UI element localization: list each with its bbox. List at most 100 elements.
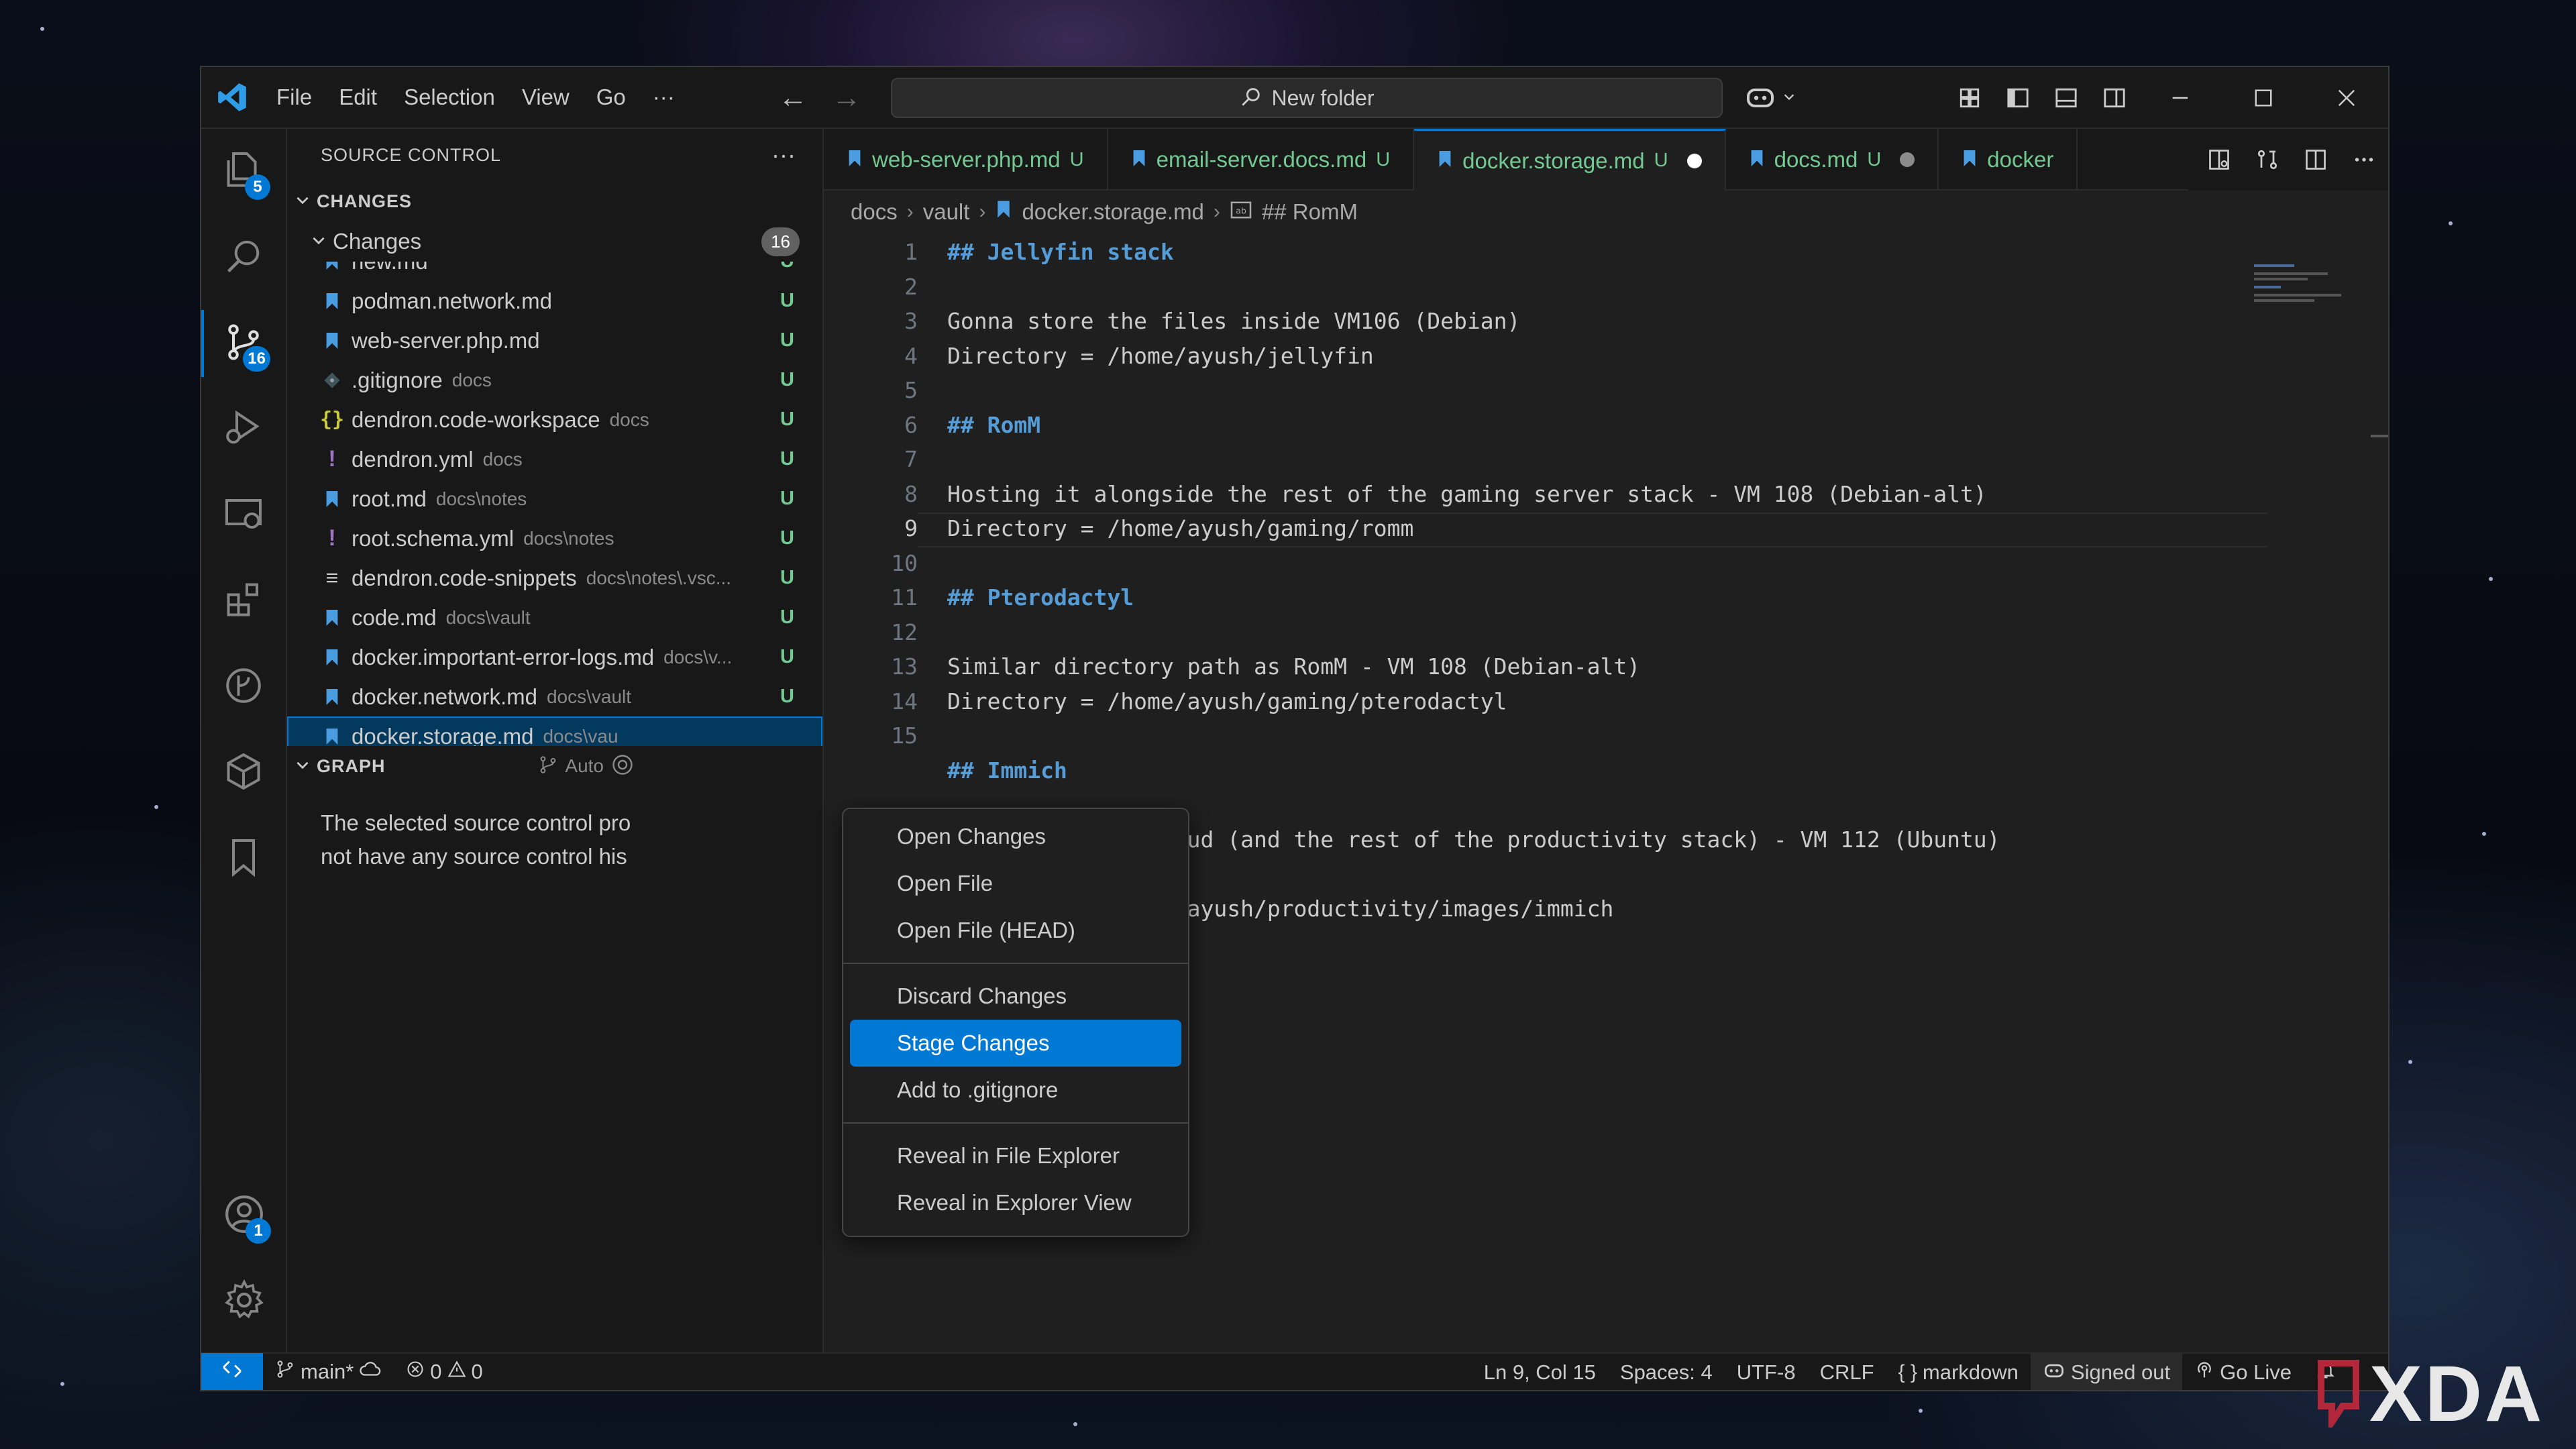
- maximize-button[interactable]: [2222, 88, 2305, 108]
- activity-accounts[interactable]: 1: [201, 1173, 287, 1258]
- split-editor-icon[interactable]: [2292, 148, 2340, 172]
- context-menu-item[interactable]: Discard Changes: [850, 973, 1181, 1020]
- context-menu-item[interactable]: Open File: [850, 860, 1181, 907]
- toggle-panel-icon[interactable]: [2042, 87, 2090, 109]
- activity-search[interactable]: [201, 215, 286, 301]
- back-arrow-icon[interactable]: ←: [778, 81, 808, 115]
- problems-status[interactable]: 0 0: [394, 1353, 495, 1390]
- cursor-position[interactable]: Ln 9, Col 15: [1472, 1354, 1608, 1390]
- menu-edit[interactable]: Edit: [325, 85, 390, 110]
- activity-explorer[interactable]: 5: [201, 129, 286, 215]
- sidebar-more-button[interactable]: ···: [771, 141, 796, 169]
- toggle-secondary-sidebar-icon[interactable]: [2090, 87, 2139, 109]
- code-line[interactable]: Similar directory path as RomM - VM 108 …: [947, 653, 1640, 680]
- activity-manage[interactable]: [201, 1258, 287, 1344]
- changed-file-row[interactable]: podman.network.md U: [287, 281, 822, 321]
- changed-file-row[interactable]: web-server.php.md U: [287, 321, 822, 360]
- unsaved-dot-icon[interactable]: [1686, 153, 1702, 168]
- context-menu-item[interactable]: Open Changes: [850, 813, 1181, 860]
- tab-label: web-server.php.md: [872, 147, 1061, 172]
- menu-file[interactable]: File: [263, 85, 325, 110]
- target-icon[interactable]: [610, 753, 635, 780]
- language-mode[interactable]: { } markdown: [1886, 1354, 2031, 1390]
- file-name: docker.important-error-logs.md: [352, 644, 655, 669]
- more-actions-icon[interactable]: [2340, 148, 2388, 172]
- code-line[interactable]: Directory = /home/ayush/jellyfin: [947, 343, 1374, 369]
- breadcrumb-docs[interactable]: docs: [851, 199, 898, 225]
- breadcrumb-vault[interactable]: vault: [923, 199, 970, 225]
- changed-file-row[interactable]: .gitignore docs U: [287, 360, 822, 400]
- file-path: docs: [482, 448, 523, 470]
- menu-selection[interactable]: Selection: [390, 85, 508, 110]
- code-heading-line[interactable]: ## Jellyfin stack: [947, 239, 1174, 265]
- editor-tab[interactable]: docker.storage.md U: [1414, 129, 1726, 191]
- code-line[interactable]: Hosting it alongside the rest of the gam…: [947, 481, 1987, 507]
- changed-file-row[interactable]: new.md U: [287, 262, 822, 281]
- code-heading-line[interactable]: ## RomM: [947, 412, 1040, 438]
- changed-file-row[interactable]: {} dendron.code-workspace docs U: [287, 400, 822, 439]
- changed-file-row[interactable]: code.md docs\vault U: [287, 598, 822, 637]
- changes-group[interactable]: Changes 16: [287, 221, 822, 262]
- changed-file-row[interactable]: ! dendron.yml docs U: [287, 439, 822, 479]
- context-menu-item[interactable]: Reveal in File Explorer: [850, 1132, 1181, 1179]
- close-window-button[interactable]: [2305, 88, 2388, 108]
- indentation[interactable]: Spaces: 4: [1608, 1354, 1725, 1390]
- go-live-button[interactable]: Go Live: [2182, 1354, 2304, 1390]
- activity-bookmarks[interactable]: [201, 816, 286, 902]
- graph-section-header[interactable]: GRAPH Auto: [287, 746, 822, 786]
- context-menu-item[interactable]: Add to .gitignore: [850, 1067, 1181, 1114]
- menu-go[interactable]: Go: [583, 85, 639, 110]
- minimize-button[interactable]: [2139, 88, 2222, 108]
- changed-file-row[interactable]: ≡ dendron.code-snippets docs\notes\.vsc...…: [287, 558, 822, 598]
- code-line[interactable]: Directory = /home/ayush/gaming/romm: [947, 515, 1413, 541]
- changed-file-row[interactable]: ! root.schema.yml docs\notes U: [287, 519, 822, 558]
- open-preview-icon[interactable]: [2195, 148, 2243, 172]
- code-heading-line[interactable]: ## Immich: [947, 757, 1067, 784]
- command-center[interactable]: New folder: [891, 78, 1723, 118]
- copilot-status[interactable]: Signed out: [2030, 1354, 2183, 1390]
- code-heading-line[interactable]: ## Pterodactyl: [947, 584, 1134, 610]
- context-menu-item[interactable]: Open File (HEAD): [850, 907, 1181, 954]
- context-menu-item[interactable]: Stage Changes: [850, 1020, 1181, 1067]
- forward-arrow-icon[interactable]: →: [832, 81, 861, 115]
- editor-tab[interactable]: web-server.php.md U: [824, 129, 1108, 191]
- customize-layout-icon[interactable]: [1945, 87, 1994, 109]
- sync-cloud-icon[interactable]: [359, 1359, 382, 1385]
- activity-gitlens[interactable]: [201, 644, 286, 730]
- end-of-line[interactable]: CRLF: [1808, 1354, 1886, 1390]
- changes-section-header[interactable]: CHANGES: [287, 181, 822, 221]
- breadcrumb-file[interactable]: docker.storage.md: [1022, 199, 1203, 225]
- code-line[interactable]: Gonna store the files inside VM106 (Debi…: [947, 308, 1520, 334]
- branch-status[interactable]: main*: [263, 1353, 394, 1390]
- menu-view[interactable]: View: [508, 85, 583, 110]
- encoding[interactable]: UTF-8: [1725, 1354, 1808, 1390]
- activity-run-debug[interactable]: [201, 386, 286, 472]
- breadcrumb-symbol[interactable]: ## RomM: [1262, 199, 1358, 225]
- context-menu-item[interactable]: Reveal in Explorer View: [850, 1179, 1181, 1226]
- editor-tab[interactable]: docs.md U: [1726, 129, 1939, 191]
- activity-extensions[interactable]: [201, 558, 286, 644]
- open-changes-icon[interactable]: [2243, 148, 2292, 172]
- remote-indicator[interactable]: [201, 1353, 263, 1390]
- sidebar-title: SOURCE CONTROL: [321, 144, 502, 165]
- activity-source-control[interactable]: 16: [201, 301, 286, 386]
- editor-tab[interactable]: docker: [1939, 129, 2078, 191]
- graph-auto-toggle[interactable]: Auto: [565, 755, 604, 777]
- changed-file-row[interactable]: docker.network.md docs\vault U: [287, 677, 822, 716]
- activity-containers[interactable]: [201, 730, 286, 816]
- file-status-untracked: U: [780, 646, 794, 667]
- copilot-button[interactable]: [1744, 80, 1796, 115]
- menu-more[interactable]: ···: [639, 85, 688, 110]
- source-control-sidebar: SOURCE CONTROL ··· CHANGES Changes 16 ne…: [287, 129, 824, 1352]
- activity-bar: 5 16 1: [201, 129, 287, 1352]
- markdown-icon: [321, 684, 343, 710]
- unsaved-dot-icon[interactable]: [1900, 152, 1915, 167]
- editor-tab[interactable]: email-server.docs.md U: [1108, 129, 1415, 191]
- changed-file-row[interactable]: docker.important-error-logs.md docs\v... U: [287, 637, 822, 677]
- code-line[interactable]: Directory = /home/ayush/gaming/pterodact…: [947, 688, 1507, 714]
- minimap[interactable]: [2254, 260, 2348, 321]
- changed-file-row[interactable]: root.md docs\notes U: [287, 479, 822, 519]
- toggle-primary-sidebar-icon[interactable]: [1994, 87, 2042, 109]
- changed-file-row[interactable]: docker.storage.md docs\vau: [287, 716, 822, 746]
- activity-remote-explorer[interactable]: [201, 472, 286, 558]
